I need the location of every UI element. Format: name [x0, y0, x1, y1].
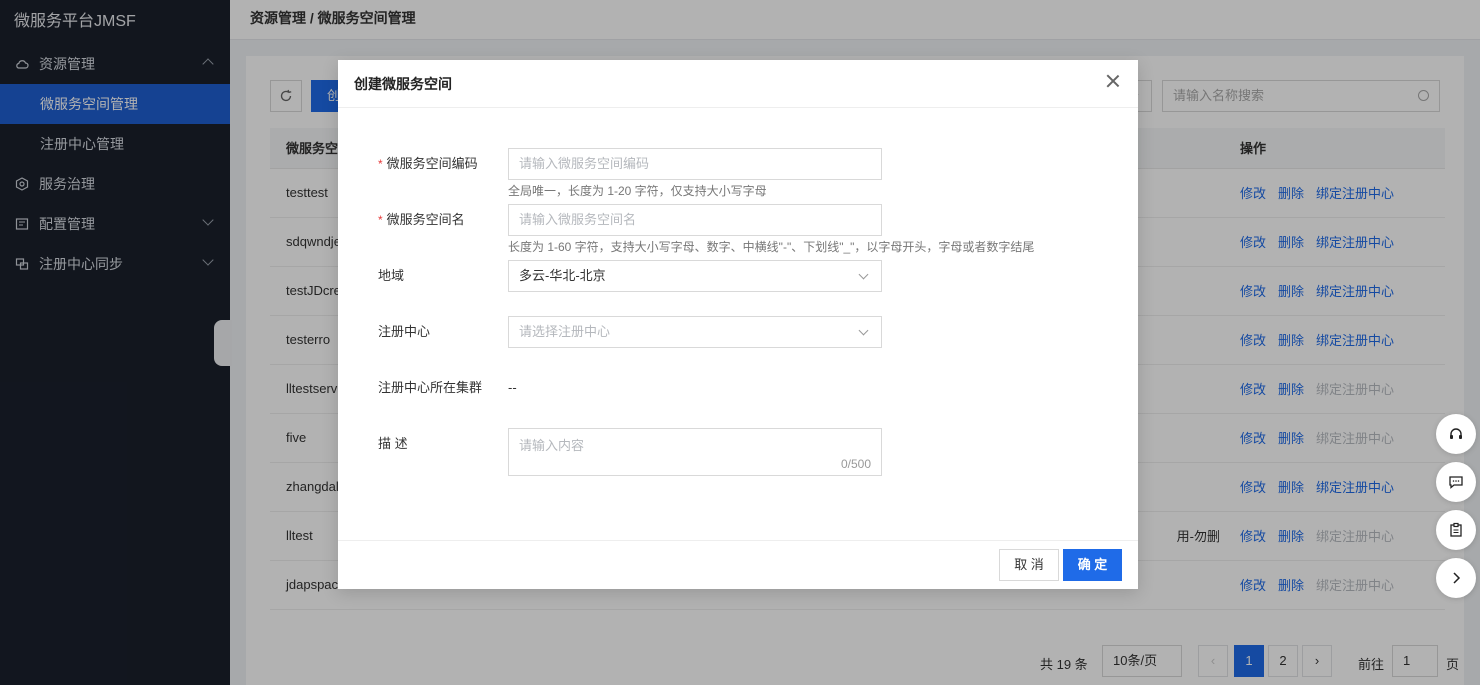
registry-label: 注册中心: [378, 324, 431, 339]
cluster-label: 注册中心所在集群: [378, 380, 483, 395]
cancel-button[interactable]: 取 消: [999, 549, 1059, 581]
region-select[interactable]: 多云-华北-北京: [508, 260, 882, 292]
expand-button[interactable]: [1436, 558, 1476, 598]
headset-icon: [1450, 428, 1462, 439]
registry-placeholder: 请选择注册中心: [519, 324, 611, 339]
support-button[interactable]: [1436, 414, 1476, 454]
region-value: 多云-华北-北京: [519, 268, 606, 283]
code-label: 微服务空间编码: [386, 156, 478, 171]
desc-placeholder: 请输入内容: [519, 438, 585, 453]
required-mark: *: [378, 213, 383, 227]
chevron-down-icon: [858, 325, 869, 336]
message-button[interactable]: [1436, 462, 1476, 502]
description-textarea[interactable]: 请输入内容 0/500: [508, 428, 882, 476]
required-mark: *: [378, 157, 383, 171]
region-label: 地域: [378, 268, 405, 283]
dialog-title: 创建微服务空间: [354, 76, 452, 92]
desc-label: 描 述: [378, 436, 408, 451]
clipboard-icon: [1450, 522, 1462, 537]
chat-icon: [1449, 476, 1463, 489]
code-hint: 全局唯一，长度为 1-20 字符，仅支持大小写字母: [508, 184, 767, 198]
chevron-down-icon: [858, 269, 869, 280]
clipboard-button[interactable]: [1436, 510, 1476, 550]
namespace-code-input[interactable]: 请输入微服务空间编码: [508, 148, 882, 180]
name-hint: 长度为 1-60 字符，支持大小写字母、数字、中横线"-"、下划线"_"，以字母…: [508, 240, 1035, 254]
create-namespace-dialog: 创建微服务空间 * 微服务空间编码 请输入微服务空间编码 全局唯一，长度为 1-2…: [338, 60, 1138, 589]
confirm-button[interactable]: 确 定: [1063, 549, 1122, 581]
registry-select[interactable]: 请选择注册中心: [508, 316, 882, 348]
chevron-right-icon: [1453, 572, 1461, 584]
name-label: 微服务空间名: [386, 212, 465, 227]
cluster-value: --: [508, 380, 517, 395]
close-icon[interactable]: [1106, 74, 1120, 88]
namespace-name-input[interactable]: 请输入微服务空间名: [508, 204, 882, 236]
char-count: 0/500: [840, 457, 871, 471]
